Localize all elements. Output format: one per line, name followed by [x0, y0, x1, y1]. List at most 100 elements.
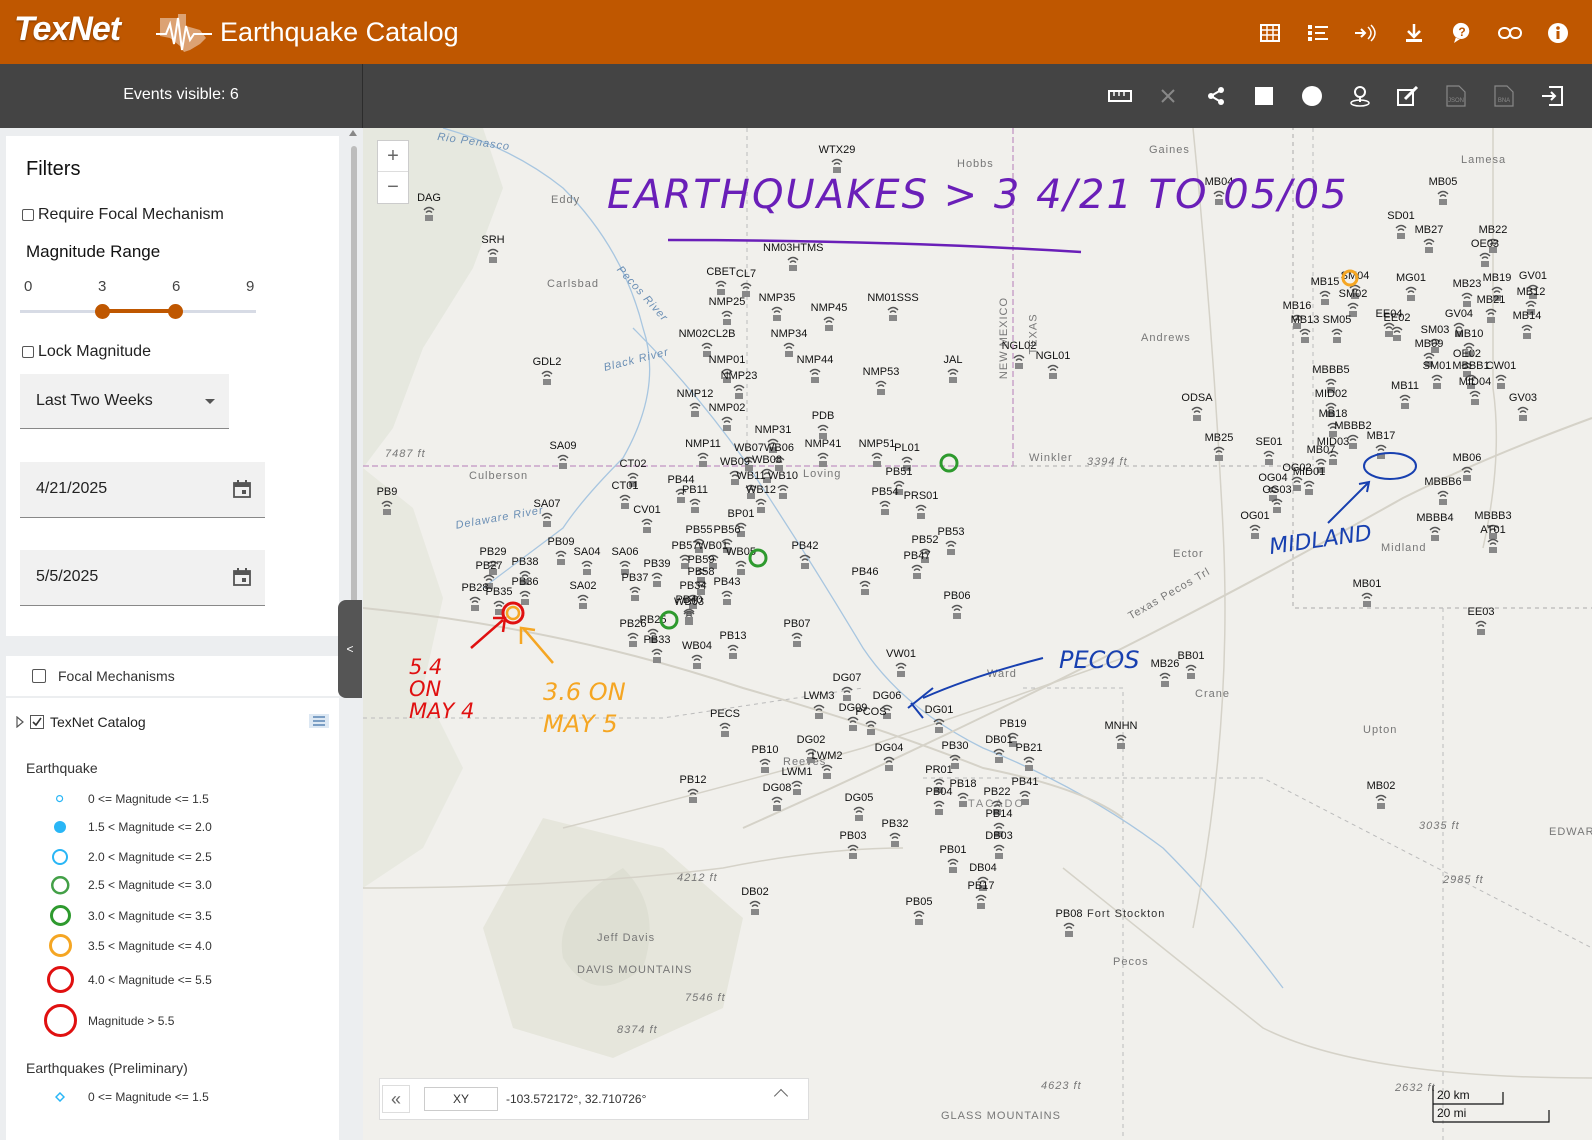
app-header: TexNet Earthquake Catalog ?: [0, 0, 1592, 64]
circle-icon[interactable]: [1296, 82, 1328, 110]
close-icon[interactable]: [1152, 82, 1184, 110]
exit-icon[interactable]: [1536, 82, 1568, 110]
checkbox-box[interactable]: [22, 346, 34, 358]
annotation-title: EARTHQUAKES > 3 4/21 TO 05/05: [607, 172, 1349, 218]
link-icon[interactable]: [1494, 19, 1526, 47]
import-icon[interactable]: [1350, 19, 1382, 47]
tick-3: 3: [98, 278, 107, 295]
help-icon[interactable]: ?: [1446, 19, 1478, 47]
double-chevron-left-icon: «: [390, 1089, 401, 1109]
legend-label: Magnitude > 5.5: [88, 1013, 175, 1028]
legend-label: 2.5 < Magnitude <= 3.0: [88, 878, 212, 893]
preliminary-legend-row: 0 <= Magnitude <= 1.5: [40, 1090, 209, 1104]
filters-panel: Filters Require Focal Mechanism Magnitud…: [6, 136, 339, 636]
time-period-select[interactable]: Last Two Weeks: [20, 374, 229, 429]
ruler-icon[interactable]: [1104, 82, 1136, 110]
tick-6: 6: [172, 278, 181, 295]
calendar-icon[interactable]: [233, 480, 251, 498]
json-icon[interactable]: JSON: [1440, 82, 1472, 110]
texnet-catalog-label: TexNet Catalog: [50, 714, 146, 730]
events-visible-count: Events visible: 6: [0, 64, 363, 128]
chevron-down-icon: [205, 399, 215, 404]
sidebar-scrollbar[interactable]: [351, 146, 357, 626]
magnitude-circle-icon: [40, 932, 80, 959]
zoom-out-button[interactable]: −: [378, 172, 408, 203]
end-date-value: 5/5/2025: [36, 568, 99, 585]
coordinate-bar: « XY -103.572172°, 32.710726°: [379, 1078, 809, 1120]
catalog-layer-panel: TexNet Catalog Earthquake 0 <= Magnitude…: [6, 698, 339, 1140]
legend-label: 0 <= Magnitude <= 1.5: [88, 792, 209, 806]
earthquake-legend-row: Magnitude > 5.5: [40, 1002, 174, 1039]
zoom-in-button[interactable]: +: [378, 141, 408, 172]
info-icon[interactable]: [1542, 19, 1574, 47]
list-icon[interactable]: [1302, 19, 1334, 47]
texnet-catalog-layer[interactable]: TexNet Catalog: [16, 714, 146, 730]
checkbox-box[interactable]: [32, 669, 46, 683]
magnitude-circle-icon: [40, 903, 80, 928]
annotation-strokes: [470, 238, 1417, 719]
annotation-pecos: PECOS: [1059, 646, 1140, 674]
tick-9: 9: [246, 278, 255, 295]
download-icon[interactable]: [1398, 19, 1430, 47]
require-focal-mechanism-checkbox[interactable]: Require Focal Mechanism: [22, 206, 224, 224]
collapse-coords-button[interactable]: «: [382, 1085, 410, 1113]
scale-mi-label: 20 mi: [1437, 1106, 1467, 1120]
map-toolbar: Events visible: 6 JSON BNA: [0, 64, 1592, 128]
focal-mechanisms-label: Focal Mechanisms: [58, 668, 175, 684]
magnitude-circle-icon: [40, 793, 80, 804]
layer-menu-icon[interactable]: [309, 714, 329, 728]
texnet-logo[interactable]: TexNet: [14, 10, 121, 49]
json-label: JSON: [1448, 98, 1464, 104]
chevron-left-icon: <: [346, 642, 354, 656]
time-period-value: Last Two Weeks: [36, 392, 153, 409]
filters-title: Filters: [26, 158, 81, 180]
chevron-up-icon[interactable]: [773, 1088, 789, 1104]
magnitude-circle-icon: [40, 1002, 80, 1039]
table-icon[interactable]: [1254, 19, 1286, 47]
earthquake-legend-title: Earthquake: [26, 760, 98, 776]
earthquake-legend-row: 0 <= Magnitude <= 1.5: [40, 792, 209, 806]
expand-triangle-icon[interactable]: [16, 716, 24, 728]
scroll-up-arrow[interactable]: [349, 130, 357, 136]
legend-label: 3.0 < Magnitude <= 3.5: [88, 908, 212, 923]
scale-bar: 20 km 20 mi: [1431, 1084, 1581, 1124]
lock-magnitude-label: Lock Magnitude: [38, 343, 151, 360]
rectangle-icon[interactable]: [1248, 82, 1280, 110]
magnitude-slider-range: [102, 309, 176, 313]
tick-0: 0: [24, 278, 33, 295]
checkbox-box[interactable]: [22, 209, 34, 221]
pin-icon[interactable]: [1344, 82, 1376, 110]
start-date-value: 4/21/2025: [36, 480, 108, 497]
magnitude-slider-low-handle[interactable]: [95, 304, 110, 319]
magnitude-circle-icon: [40, 847, 80, 867]
zoom-control: + −: [377, 140, 409, 204]
scale-km-label: 20 km: [1437, 1088, 1470, 1102]
bna-label: BNA: [1498, 98, 1510, 104]
map-view[interactable]: Lamesa Rio Penasco Eddy Carlsbad Pecos R…: [363, 128, 1592, 1140]
earthquake-legend-row: 2.0 < Magnitude <= 2.5: [40, 847, 212, 867]
end-date-field[interactable]: 5/5/2025: [20, 550, 265, 606]
earthquake-legend-row: 3.5 < Magnitude <= 4.0: [40, 932, 212, 959]
texas-seismograph-logo-icon: [156, 14, 212, 52]
lock-magnitude-checkbox[interactable]: Lock Magnitude: [22, 343, 151, 361]
share-icon[interactable]: [1200, 82, 1232, 110]
legend-label: 0 <= Magnitude <= 1.5: [88, 1090, 209, 1104]
app-title: Earthquake Catalog: [220, 17, 459, 47]
earthquake-legend-row: 4.0 < Magnitude <= 5.5: [40, 964, 212, 995]
coordinate-mode-button[interactable]: XY: [424, 1087, 498, 1111]
edit-icon[interactable]: [1392, 82, 1424, 110]
collapse-sidebar-button[interactable]: <: [338, 600, 362, 698]
annotation-red: 5.4 ON MAY 4: [409, 655, 475, 723]
earthquake-legend-row: 3.0 < Magnitude <= 3.5: [40, 903, 212, 928]
bna-icon[interactable]: BNA: [1488, 82, 1520, 110]
focal-mechanisms-layer[interactable]: Focal Mechanisms: [6, 656, 339, 696]
start-date-field[interactable]: 4/21/2025: [20, 462, 265, 518]
magnitude-slider-high-handle[interactable]: [168, 304, 183, 319]
small-diamond-icon: [40, 1092, 80, 1102]
legend-label: 3.5 < Magnitude <= 4.0: [88, 938, 212, 953]
legend-label: 2.0 < Magnitude <= 2.5: [88, 850, 212, 864]
calendar-icon[interactable]: [233, 568, 251, 586]
require-focal-label: Require Focal Mechanism: [38, 206, 224, 223]
checkbox-checked-icon[interactable]: [30, 715, 44, 729]
magnitude-range-title: Magnitude Range: [26, 242, 161, 261]
